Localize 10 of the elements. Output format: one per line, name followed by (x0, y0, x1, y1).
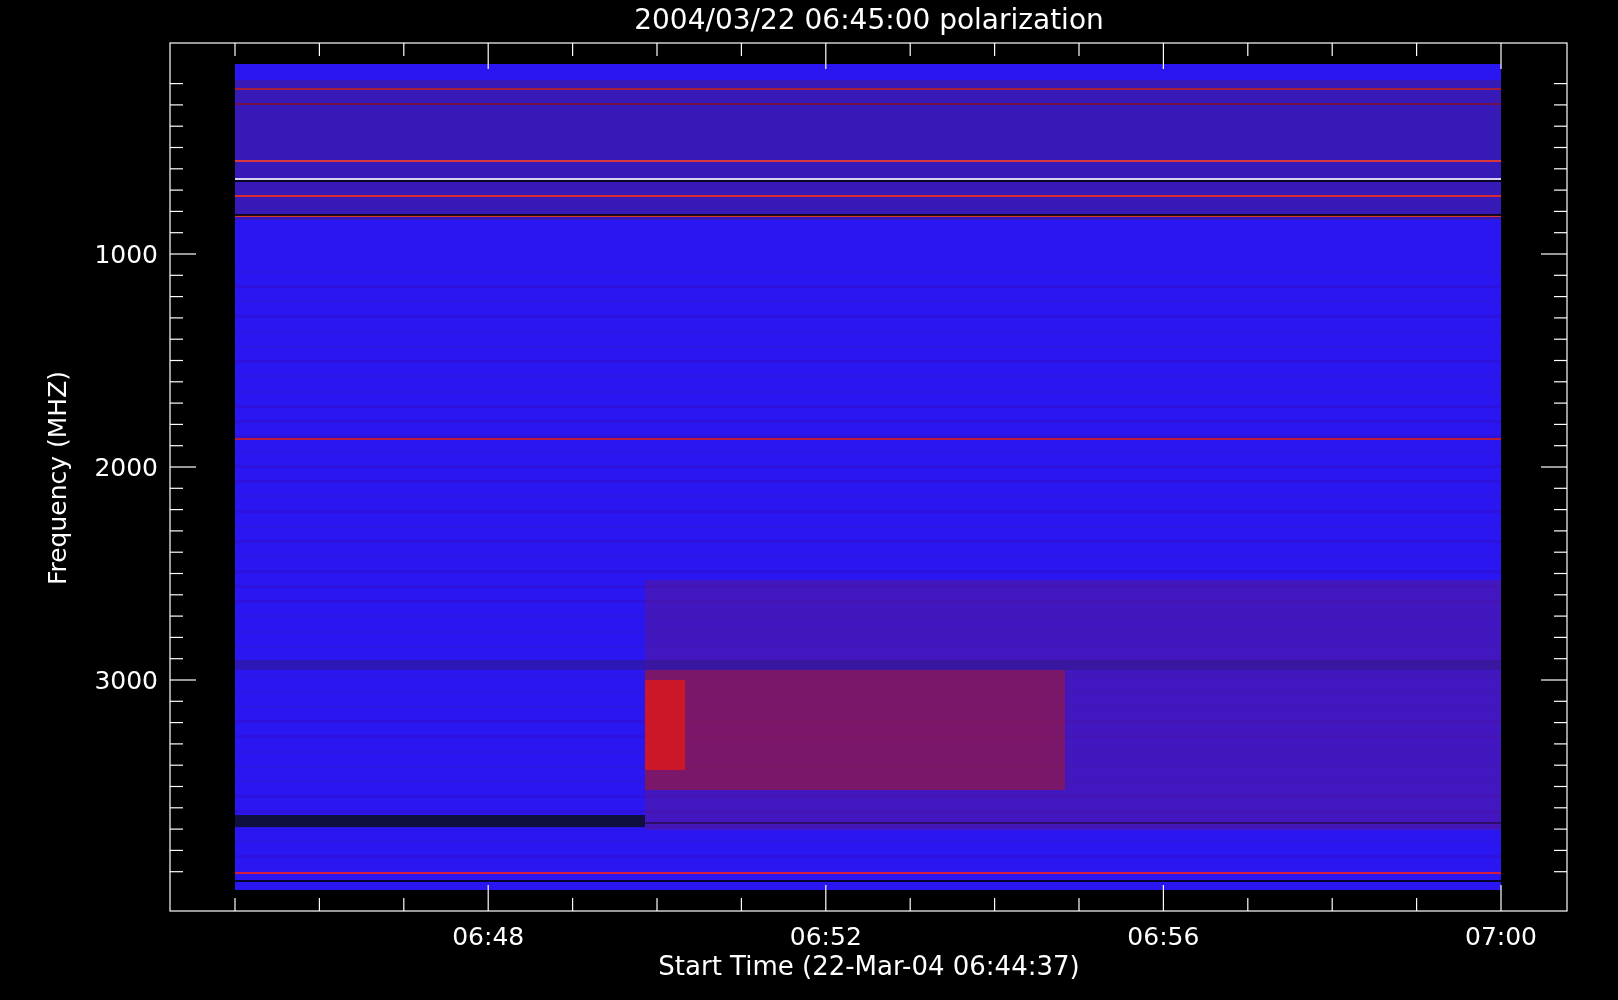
y-tick-label: 2000 (94, 454, 158, 480)
y-axis-label: Frequency (MHZ) (44, 370, 70, 586)
y-tick-label: 1000 (94, 241, 158, 267)
x-axis-label: Start Time (22-Mar-04 06:44:37) (658, 953, 1080, 979)
chart-title: 2004/03/22 06:45:00 polarization (634, 6, 1104, 34)
x-tick-label: 06:48 (452, 924, 525, 949)
y-tick-label: 3000 (94, 667, 158, 693)
x-tick-label: 06:56 (1127, 924, 1200, 949)
x-tick-label: 06:52 (789, 924, 862, 949)
x-tick-label: 07:00 (1465, 924, 1537, 949)
